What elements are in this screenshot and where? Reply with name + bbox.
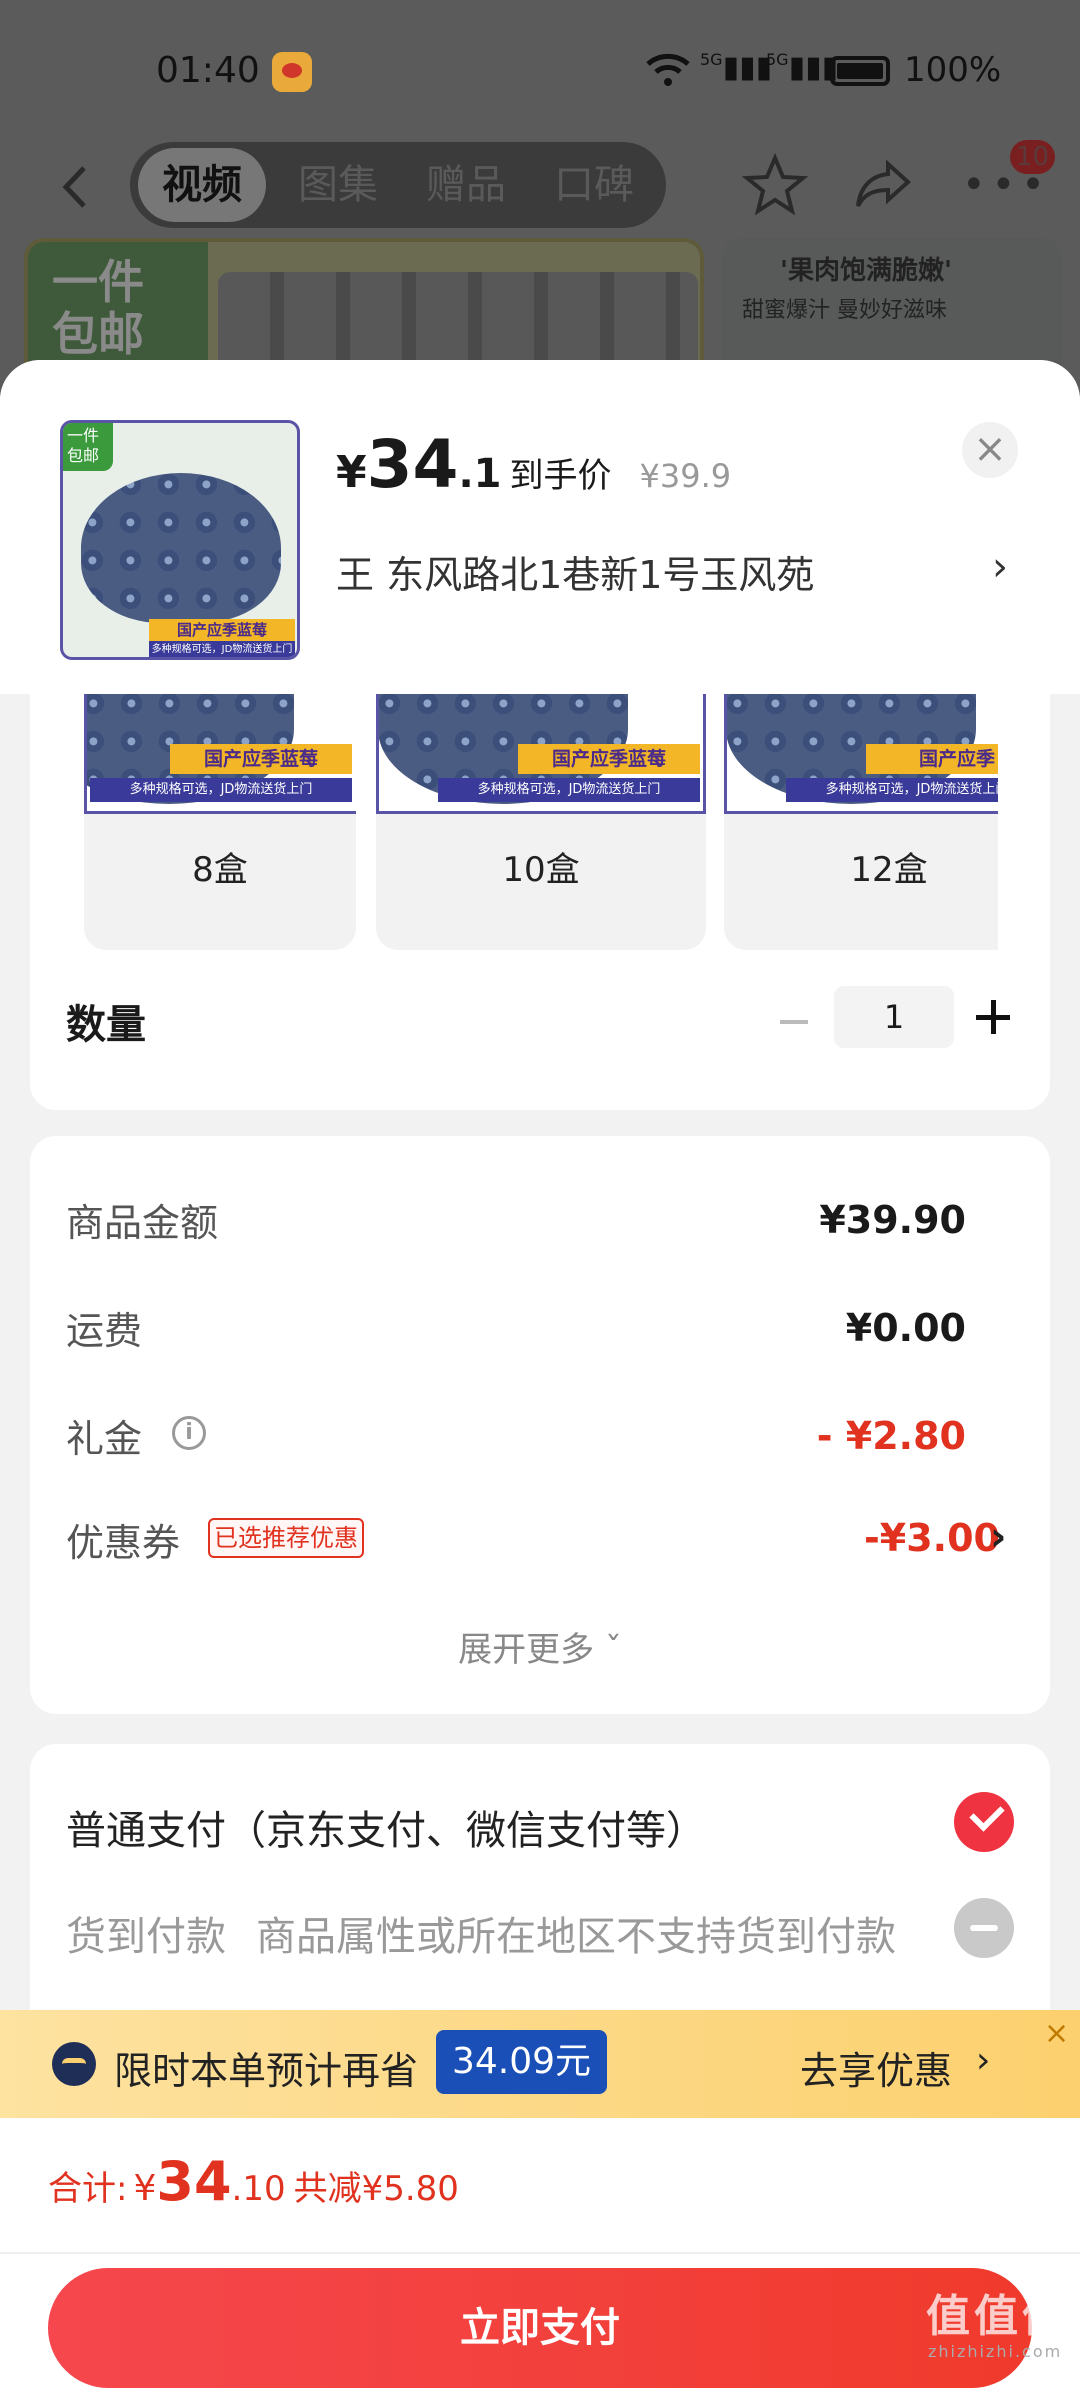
quantity-input[interactable]: 1: [834, 986, 954, 1048]
chevron-right-icon[interactable]: ›: [990, 1514, 1006, 1560]
promo-amount-badge: 34.09元: [436, 2030, 608, 2094]
total-saved: 共减¥5.80: [293, 2169, 459, 2209]
spec-sublabel: 多种规格可选，JD物流送货上门: [786, 778, 998, 802]
banner-right-title: '果肉饱满脆嫩': [780, 256, 952, 286]
thumb-sublabel: 多种规格可选，JD物流送货上门: [149, 641, 295, 657]
watermark-logo: 值值值 zhizhizhi.com: [926, 2280, 1070, 2361]
quantity-label: 数量: [66, 1002, 146, 1048]
sheet-header: 一件 包邮 国产应季蓝莓 多种规格可选，JD物流送货上门 ¥34.1 到手价 ¥39…: [0, 360, 1080, 694]
status-bar: 01:40 5G▮▮▮ 5G▮▮▮ 100%: [0, 0, 1080, 140]
coupon-value[interactable]: -¥3.00: [864, 1516, 1000, 1560]
thumb-free-shipping-tag: 一件 包邮: [63, 423, 113, 471]
message-badge: 10: [1010, 140, 1056, 174]
product-nav: 视频 图集 赠品 口碑 ••• 10: [0, 140, 1080, 240]
media-tabs: 视频 图集 赠品 口碑: [130, 142, 666, 228]
checkmark-icon[interactable]: [954, 1792, 1014, 1852]
spec-label: 国产应季蓝莓: [170, 744, 352, 774]
signal-2-label: 5G: [766, 50, 789, 69]
coupon-label: 优惠券: [66, 1521, 181, 1565]
status-time: 01:40: [156, 50, 260, 91]
checkout-sheet: 一件 包邮 国产应季蓝莓 多种规格可选，JD物流送货上门 ¥34.1 到手价 ¥39…: [0, 360, 1080, 2400]
tab-gallery[interactable]: 图集: [278, 142, 398, 228]
goods-amount-label: 商品金额: [66, 1201, 219, 1245]
close-icon[interactable]: ×: [962, 422, 1018, 478]
signal-icon-1: 5G▮▮▮: [700, 50, 773, 85]
shipping-value: ¥0.00: [845, 1306, 966, 1350]
goods-amount-value: ¥39.90: [819, 1198, 966, 1242]
watermark-url: zhizhizhi.com: [928, 2342, 1063, 2361]
disabled-radio-icon: [954, 1898, 1014, 1958]
spec-name: 12盒: [850, 850, 928, 890]
total-integer: 34: [156, 2150, 232, 2213]
price-label: 到手价: [509, 456, 612, 496]
share-icon[interactable]: [852, 154, 914, 216]
spec-name: 10盒: [502, 850, 580, 890]
spec-label: 国产应季蓝莓: [518, 744, 700, 774]
background-product-page: 01:40 5G▮▮▮ 5G▮▮▮ 100% 视频 图集 赠品 口碑 ••• 1…: [0, 0, 1080, 438]
spec-options: 国产应季蓝莓 多种规格可选，JD物流送货上门 8盒 国产应季蓝莓 多种规格可选，…: [84, 694, 998, 950]
delivery-address[interactable]: 王 东风路北1巷新1号玉风苑: [336, 544, 814, 599]
total-label: 合计:: [48, 2169, 128, 2209]
banner-right-subtitle: 甜蜜爆汁 曼妙好滋味: [742, 298, 947, 323]
chevron-right-icon[interactable]: ›: [976, 2040, 990, 2081]
payment-cod-option: 货到付款 商品属性或所在地区不支持货到付款: [66, 1904, 896, 1962]
cod-label: 货到付款: [66, 1914, 226, 1960]
price-row: ¥34.1 到手价 ¥39.9: [336, 426, 732, 503]
quantity-plus-button[interactable]: [976, 1000, 1010, 1034]
chevron-right-icon[interactable]: ›: [992, 544, 1008, 590]
payment-method-card: [30, 1744, 1050, 2044]
footer-divider: [0, 2252, 1080, 2254]
spec-option-8[interactable]: 国产应季蓝莓 多种规格可选，JD物流送货上门 8盒: [84, 694, 356, 950]
price-symbol: ¥: [336, 447, 367, 498]
watermark-text: 值值值: [926, 2291, 1070, 2342]
pay-now-button[interactable]: 立即支付: [48, 2268, 1032, 2388]
more-icon[interactable]: •••: [962, 165, 1051, 205]
promo-text: 限时本单预计再省: [114, 2049, 419, 2093]
total-decimal: .10: [231, 2169, 286, 2209]
expand-more-button[interactable]: 展开更多 ˇ: [0, 1622, 1080, 1671]
coupon-recommended-tag: 已选推荐优惠: [208, 1518, 364, 1558]
order-total: 合计: ¥34.10 共减¥5.80: [48, 2150, 459, 2213]
info-icon[interactable]: i: [172, 1416, 206, 1450]
spec-label: 国产应季: [866, 744, 998, 774]
price-decimal: .1: [458, 451, 502, 497]
gift-money-label: 礼金: [66, 1417, 143, 1461]
price-integer: 34: [366, 426, 459, 503]
quantity-minus-button[interactable]: [776, 1002, 816, 1042]
product-thumbnail: 一件 包邮 国产应季蓝莓 多种规格可选，JD物流送货上门: [60, 420, 300, 660]
back-icon[interactable]: [52, 162, 102, 212]
close-icon[interactable]: ×: [1044, 2016, 1069, 2051]
promo-go-link[interactable]: 去享优惠: [800, 2040, 952, 2095]
wifi-icon: [646, 53, 690, 86]
cod-unavailable-desc: 商品属性或所在地区不支持货到付款: [256, 1914, 896, 1960]
banner-free-shipping-text: 一件 包邮: [52, 255, 144, 361]
signal-icon-2: 5G▮▮▮: [766, 50, 839, 85]
spec-sublabel: 多种规格可选，JD物流送货上门: [438, 778, 700, 802]
weibo-icon: [272, 52, 312, 92]
tab-video[interactable]: 视频: [138, 148, 266, 222]
spec-image: 国产应季蓝莓 多种规格可选，JD物流送货上门: [84, 694, 356, 814]
spec-image: 国产应季 多种规格可选，JD物流送货上门: [724, 694, 998, 814]
total-symbol: ¥: [133, 2168, 157, 2209]
spec-sublabel: 多种规格可选，JD物流送货上门: [90, 778, 352, 802]
thumb-label: 国产应季蓝莓: [149, 619, 295, 641]
battery-percent: 100%: [904, 50, 1002, 90]
tab-gifts[interactable]: 赠品: [406, 142, 526, 228]
spec-name: 8盒: [192, 850, 248, 890]
spec-image: 国产应季蓝莓 多种规格可选，JD物流送货上门: [376, 694, 706, 814]
savings-icon: [52, 2042, 96, 2086]
signal-1-label: 5G: [700, 50, 723, 69]
spec-option-12[interactable]: 国产应季 多种规格可选，JD物流送货上门 12盒: [724, 694, 998, 950]
blueberry-image: [81, 473, 281, 623]
shipping-label: 运费: [66, 1309, 143, 1353]
gift-money-value: - ¥2.80: [816, 1414, 966, 1458]
original-price: ¥39.9: [639, 457, 732, 495]
promo-banner[interactable]: 限时本单预计再省 34.09元 去享优惠 › ×: [0, 2010, 1080, 2118]
star-icon[interactable]: [742, 152, 808, 218]
payment-normal-option[interactable]: 普通支付（京东支付、微信支付等）: [66, 1798, 706, 1856]
spec-option-10[interactable]: 国产应季蓝莓 多种规格可选，JD物流送货上门 10盒: [376, 694, 706, 950]
battery-icon: [830, 56, 890, 86]
tab-reviews[interactable]: 口碑: [534, 142, 654, 228]
